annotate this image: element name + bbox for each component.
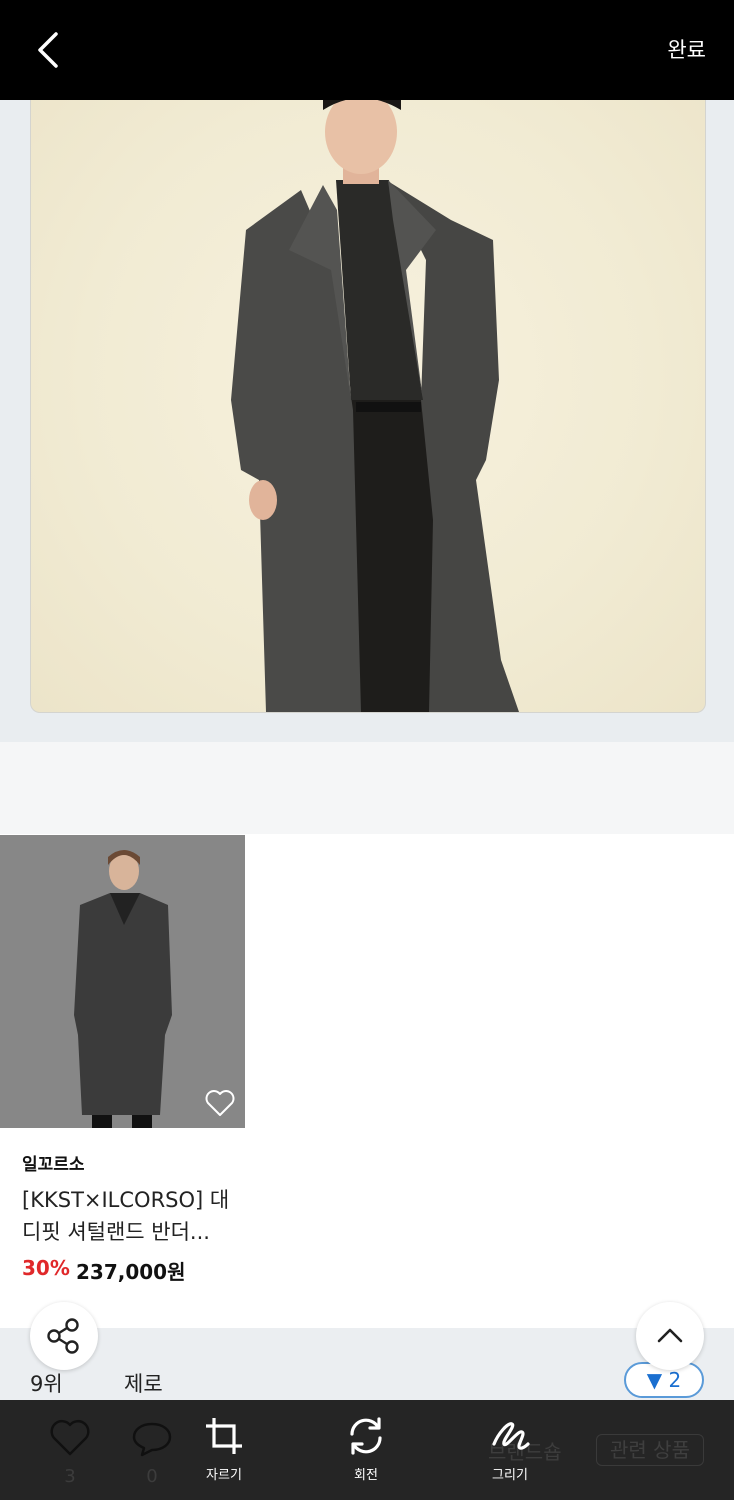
ranking-bar bbox=[0, 1328, 734, 1400]
rotate-tool[interactable]: 회전 bbox=[326, 1414, 406, 1483]
product-brand[interactable]: 일꼬르소 bbox=[22, 1150, 85, 1175]
comment-count: 0 bbox=[146, 1466, 158, 1487]
product-title-line1[interactable]: [KKST×ILCORSO] 대 bbox=[22, 1184, 229, 1214]
comment-icon bbox=[132, 1422, 172, 1457]
related-products-button: 관련 상품 bbox=[596, 1434, 704, 1466]
crop-label: 자르기 bbox=[206, 1468, 242, 1483]
rank-name: 제로 bbox=[124, 1372, 163, 1396]
hero-product-image[interactable] bbox=[30, 100, 706, 713]
back-button[interactable] bbox=[26, 26, 74, 74]
done-button[interactable]: 완료 bbox=[667, 34, 706, 64]
product-thumbnail[interactable] bbox=[0, 835, 245, 1128]
product-price: 237,000원 bbox=[76, 1260, 186, 1284]
draw-tool[interactable]: 그리기 bbox=[470, 1414, 550, 1483]
crop-tool[interactable]: 자르기 bbox=[184, 1414, 264, 1483]
discount-rate: 30% bbox=[22, 1256, 70, 1280]
rotate-label: 회전 bbox=[354, 1468, 378, 1483]
top-bar bbox=[0, 0, 734, 100]
scroll-top-button[interactable] bbox=[636, 1302, 704, 1370]
chevron-up-icon bbox=[657, 1328, 683, 1343]
like-heart-icon bbox=[50, 1419, 90, 1456]
wishlist-heart-icon[interactable] bbox=[204, 1089, 236, 1117]
section-divider bbox=[0, 742, 734, 834]
rank-number: 9위 bbox=[30, 1372, 63, 1396]
model-coat-photo bbox=[231, 100, 519, 712]
crop-icon bbox=[206, 1418, 242, 1454]
like-count: 3 bbox=[64, 1466, 76, 1487]
share-button[interactable] bbox=[30, 1302, 98, 1370]
product-coat-photo bbox=[0, 835, 245, 1128]
draw-label: 그리기 bbox=[492, 1468, 528, 1483]
product-title-line2[interactable]: 디핏 셔털랜드 반더... bbox=[22, 1216, 210, 1246]
rotate-icon bbox=[350, 1417, 382, 1455]
chevron-left-icon bbox=[38, 32, 58, 68]
share-icon bbox=[47, 1318, 79, 1354]
draw-icon bbox=[492, 1422, 530, 1450]
